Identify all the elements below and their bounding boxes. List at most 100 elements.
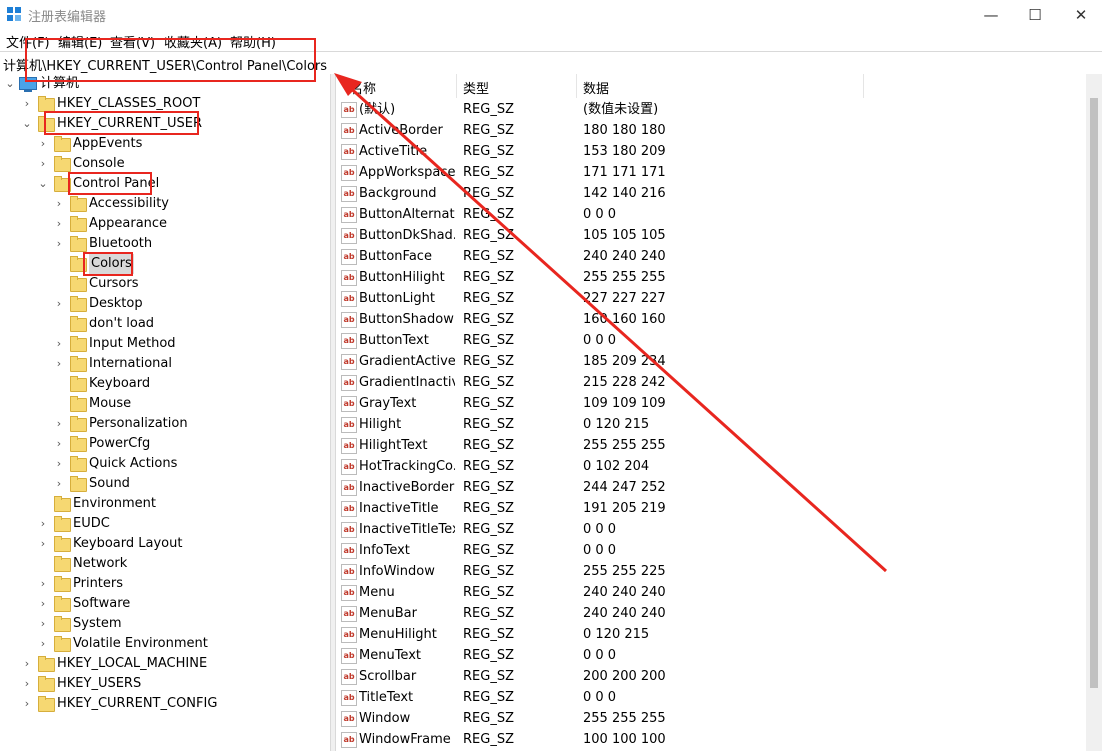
value-row[interactable]: ab ActiveTitle REG_SZ 153 180 209 (336, 141, 1086, 162)
value-row[interactable]: ab ButtonDkShad... REG_SZ 105 105 105 (336, 225, 1086, 246)
tree-item-label[interactable]: Sound (89, 474, 130, 494)
tree-item-label[interactable]: Appearance (89, 214, 167, 234)
expand-icon[interactable]: › (37, 634, 49, 654)
column-divider[interactable] (576, 74, 577, 98)
scrollbar-thumb[interactable] (1090, 98, 1098, 688)
value-row[interactable]: ab Background REG_SZ 142 140 216 (336, 183, 1086, 204)
value-row[interactable]: ab InfoWindow REG_SZ 255 255 225 (336, 561, 1086, 582)
collapse-icon[interactable]: ⌄ (4, 74, 16, 94)
tree-item-label[interactable]: HKEY_CURRENT_CONFIG (57, 694, 217, 714)
value-row[interactable]: ab AppWorkspace REG_SZ 171 171 171 (336, 162, 1086, 183)
expand-icon[interactable]: › (53, 354, 65, 374)
tree-item-label[interactable]: Console (73, 154, 125, 174)
tree-item-label[interactable]: International (89, 354, 172, 374)
value-row[interactable]: ab InactiveTitle REG_SZ 191 205 219 (336, 498, 1086, 519)
value-row[interactable]: ab InactiveTitleText REG_SZ 0 0 0 (336, 519, 1086, 540)
expand-icon[interactable]: › (53, 214, 65, 234)
expand-icon[interactable]: › (21, 694, 33, 714)
value-row[interactable]: ab Menu REG_SZ 240 240 240 (336, 582, 1086, 603)
tree-item-label[interactable]: Cursors (89, 274, 139, 294)
column-header-type[interactable]: 类型 (463, 78, 489, 97)
value-row[interactable]: ab TitleText REG_SZ 0 0 0 (336, 687, 1086, 708)
close-button[interactable]: ✕ (1058, 0, 1102, 30)
expand-icon[interactable]: › (37, 574, 49, 594)
value-row[interactable]: ab GrayText REG_SZ 109 109 109 (336, 393, 1086, 414)
value-row[interactable]: ab ButtonText REG_SZ 0 0 0 (336, 330, 1086, 351)
expand-icon[interactable]: › (53, 334, 65, 354)
tree-item-label[interactable]: HKEY_USERS (57, 674, 141, 694)
column-divider[interactable] (863, 74, 864, 98)
value-row[interactable]: ab InfoText REG_SZ 0 0 0 (336, 540, 1086, 561)
value-row[interactable]: ab ButtonHilight REG_SZ 255 255 255 (336, 267, 1086, 288)
tree-item-label[interactable]: Input Method (89, 334, 176, 354)
tree-item-label[interactable]: Network (73, 554, 127, 574)
key-tree-pane[interactable]: ⌄ 计算机 › HKEY_CLASSES_ROOT ⌄ HKEY_CURRENT_US… (0, 74, 330, 751)
tree-item-label[interactable]: don't load (89, 314, 154, 334)
column-header-name[interactable]: 名称 (350, 78, 376, 97)
column-header-data[interactable]: 数据 (583, 78, 609, 97)
values-list-pane[interactable]: 名称 类型 数据 ab (默认) REG_SZ (数值未设置) ab ActiveBord… (336, 74, 1086, 751)
value-row[interactable]: ab Scrollbar REG_SZ 200 200 200 (336, 666, 1086, 687)
value-row[interactable]: ab HotTrackingCo... REG_SZ 0 102 204 (336, 456, 1086, 477)
annotation-box-control-panel (68, 172, 152, 195)
tree-item-label[interactable]: Printers (73, 574, 123, 594)
collapse-icon[interactable]: ⌄ (21, 114, 33, 134)
value-type: REG_SZ (463, 144, 514, 159)
column-divider[interactable] (456, 74, 457, 98)
tree-item-label[interactable]: HKEY_LOCAL_MACHINE (57, 654, 207, 674)
tree-item-label[interactable]: Volatile Environment (73, 634, 208, 654)
expand-icon[interactable]: › (53, 294, 65, 314)
expand-icon[interactable]: › (53, 414, 65, 434)
tree-item-label[interactable]: Personalization (89, 414, 188, 434)
collapse-icon[interactable]: ⌄ (37, 174, 49, 194)
expand-icon[interactable]: › (37, 614, 49, 634)
expand-icon[interactable]: › (37, 154, 49, 174)
expand-icon[interactable]: › (53, 474, 65, 494)
value-row[interactable]: ab Hilight REG_SZ 0 120 215 (336, 414, 1086, 435)
tree-item-label[interactable]: Mouse (89, 394, 131, 414)
value-row[interactable]: abGradientActive... REG_SZ 185 209 234 (336, 351, 1086, 372)
tree-item-label[interactable]: AppEvents (73, 134, 142, 154)
vertical-scrollbar[interactable] (1086, 74, 1102, 751)
expand-icon[interactable]: › (53, 454, 65, 474)
minimize-button[interactable]: — (968, 0, 1014, 30)
tree-item-label[interactable]: EUDC (73, 514, 110, 534)
tree-item-label[interactable]: Keyboard (89, 374, 150, 394)
tree-item-label[interactable]: Keyboard Layout (73, 534, 182, 554)
expand-icon[interactable]: › (21, 94, 33, 114)
value-row[interactable]: ab MenuText REG_SZ 0 0 0 (336, 645, 1086, 666)
value-row[interactable]: ab MenuBar REG_SZ 240 240 240 (336, 603, 1086, 624)
expand-icon[interactable]: › (21, 674, 33, 694)
tree-item-label[interactable]: Environment (73, 494, 156, 514)
expand-icon[interactable]: › (53, 234, 65, 254)
value-row[interactable]: ab WindowFrame REG_SZ 100 100 100 (336, 729, 1086, 750)
value-row[interactable]: ab Window REG_SZ 255 255 255 (336, 708, 1086, 729)
tree-item-label[interactable]: Software (73, 594, 130, 614)
tree-item-label[interactable]: Quick Actions (89, 454, 177, 474)
value-row[interactable]: ab MenuHilight REG_SZ 0 120 215 (336, 624, 1086, 645)
expand-icon[interactable]: › (37, 534, 49, 554)
tree-item-label[interactable]: Desktop (89, 294, 143, 314)
folder-icon (54, 536, 71, 552)
value-row[interactable]: ab ButtonLight REG_SZ 227 227 227 (336, 288, 1086, 309)
expand-icon[interactable]: › (37, 594, 49, 614)
value-row[interactable]: ab ButtonFace REG_SZ 240 240 240 (336, 246, 1086, 267)
value-row[interactable]: ab ActiveBorder REG_SZ 180 180 180 (336, 120, 1086, 141)
tree-item-label[interactable]: Bluetooth (89, 234, 152, 254)
value-row[interactable]: abButtonAlternat... REG_SZ 0 0 0 (336, 204, 1086, 225)
value-row[interactable]: ab ButtonShadow REG_SZ 160 160 160 (336, 309, 1086, 330)
value-row[interactable]: ab HilightText REG_SZ 255 255 255 (336, 435, 1086, 456)
maximize-button[interactable]: ☐ (1012, 0, 1058, 30)
expand-icon[interactable]: › (53, 194, 65, 214)
expand-icon[interactable]: › (37, 514, 49, 534)
value-row[interactable]: ab (默认) REG_SZ (数值未设置) (336, 99, 1086, 120)
expand-icon[interactable]: › (37, 134, 49, 154)
tree-item-label[interactable]: System (73, 614, 121, 634)
expand-icon[interactable]: › (53, 434, 65, 454)
tree-item-label[interactable]: PowerCfg (89, 434, 150, 454)
tree-item-label[interactable]: Accessibility (89, 194, 169, 214)
expand-icon[interactable]: › (21, 654, 33, 674)
value-type: REG_SZ (463, 564, 514, 579)
value-row[interactable]: ab InactiveBorder REG_SZ 244 247 252 (336, 477, 1086, 498)
value-row[interactable]: abGradientInactiv... REG_SZ 215 228 242 (336, 372, 1086, 393)
